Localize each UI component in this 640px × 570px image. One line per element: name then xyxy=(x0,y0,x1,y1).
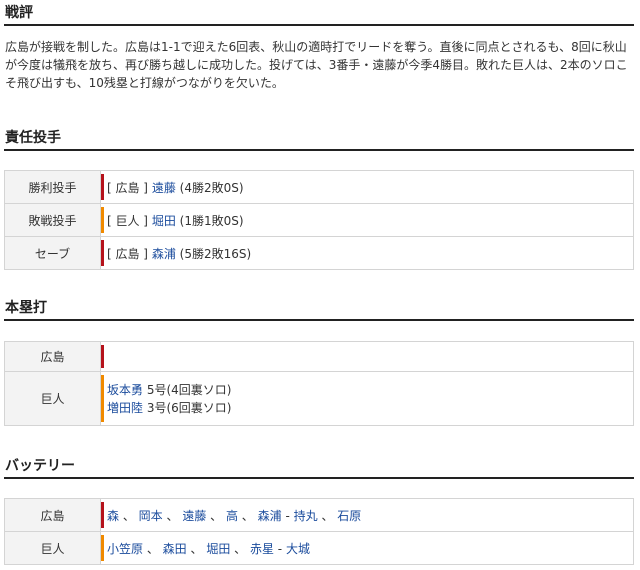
battery-pitcher-link[interactable]: 森田 xyxy=(163,542,187,556)
pitcher-row-loss: 敗戦投手 [ 巨人 ] 堀田 (1勝1敗0S) xyxy=(4,203,634,237)
separator: - xyxy=(273,541,286,556)
battery-catcher-link[interactable]: 大城 xyxy=(286,542,310,556)
homerun-detail: 5号(4回裏ソロ) xyxy=(146,382,232,397)
battery-pitcher-link[interactable]: 森 xyxy=(107,509,119,523)
battery-team-label: 巨人 xyxy=(4,531,101,565)
save-pitcher-record: (5勝2敗16S) xyxy=(179,246,252,261)
team-color-bar xyxy=(101,207,104,233)
loss-pitcher-label: 敗戦投手 xyxy=(4,203,101,237)
homerun-row-hiroshima: 広島 xyxy=(4,341,634,372)
battery-players: 小笠原 、 森田 、 堀田 、 赤星 - 大城 xyxy=(107,542,310,556)
separator: - xyxy=(281,508,294,523)
loss-pitcher-link[interactable]: 堀田 xyxy=(152,214,176,228)
pitchers-heading: 責任投手 xyxy=(4,127,634,151)
separator: 、 xyxy=(143,541,163,556)
separator: 、 xyxy=(317,508,338,523)
team-color-bar xyxy=(101,345,104,368)
separator: 、 xyxy=(119,508,139,523)
battery-row-hiroshima: 広島 森 、 岡本 、 遠藤 、 高 、 森浦 - 持丸 、 石原 xyxy=(4,498,634,532)
separator: 、 xyxy=(186,541,207,556)
win-pitcher-label: 勝利投手 xyxy=(4,170,101,204)
battery-pitcher-link[interactable]: 遠藤 xyxy=(182,509,206,523)
homerun-team-label: 広島 xyxy=(4,341,101,372)
battery-catcher-link[interactable]: 持丸 xyxy=(294,509,318,523)
battery-catcher-link[interactable]: 石原 xyxy=(337,509,361,523)
pitchers-table: 勝利投手 [ 広島 ] 遠藤 (4勝2敗0S) 敗戦投手 [ 巨人 ] 堀田 (… xyxy=(4,170,634,270)
senpyo-heading: 戦評 xyxy=(4,2,634,26)
battery-players: 森 、 岡本 、 遠藤 、 高 、 森浦 - 持丸 、 石原 xyxy=(107,509,361,523)
homerun-detail: 3号(6回裏ソロ) xyxy=(146,400,232,415)
homerun-batter-link[interactable]: 坂本勇 xyxy=(107,383,143,397)
pitcher-row-win: 勝利投手 [ 広島 ] 遠藤 (4勝2敗0S) xyxy=(4,170,634,204)
homerun-entry: 増田陸 3号(6回裏ソロ) xyxy=(107,399,633,417)
team-color-bar xyxy=(101,375,104,422)
pitcher-row-save: セーブ [ 広島 ] 森浦 (5勝2敗16S) xyxy=(4,236,634,270)
separator: 、 xyxy=(206,508,226,523)
homeruns-heading: 本塁打 xyxy=(4,297,634,321)
battery-pitcher-link[interactable]: 赤星 xyxy=(250,542,274,556)
save-pitcher-label: セーブ xyxy=(4,236,101,270)
separator: 、 xyxy=(162,508,183,523)
team-color-bar xyxy=(101,174,104,200)
team-name: [ 広島 ] xyxy=(107,180,148,195)
separator: 、 xyxy=(230,541,250,556)
team-name: [ 巨人 ] xyxy=(107,213,148,228)
battery-pitcher-link[interactable]: 岡本 xyxy=(139,509,163,523)
battery-heading: バッテリー xyxy=(4,455,634,479)
team-color-bar xyxy=(101,240,104,266)
game-summary: 広島が接戦を制した。広島は1-1で迎えた6回表、秋山の適時打でリードを奪う。直後… xyxy=(5,40,628,90)
loss-pitcher-record: (1勝1敗0S) xyxy=(179,213,244,228)
battery-pitcher-link[interactable]: 堀田 xyxy=(206,542,230,556)
team-name: [ 広島 ] xyxy=(107,246,148,261)
homerun-batter-link[interactable]: 増田陸 xyxy=(107,401,143,415)
homeruns-table: 広島 巨人 坂本勇 5号(4回裏ソロ) 増田陸 3号(6回裏ソロ) xyxy=(4,341,634,426)
homerun-team-label: 巨人 xyxy=(4,371,101,426)
separator: 、 xyxy=(237,508,258,523)
homerun-row-giants: 巨人 坂本勇 5号(4回裏ソロ) 増田陸 3号(6回裏ソロ) xyxy=(4,371,634,426)
battery-pitcher-link[interactable]: 小笠原 xyxy=(107,542,143,556)
team-color-bar xyxy=(101,502,104,528)
battery-team-label: 広島 xyxy=(4,498,101,532)
game-report: 戦評 広島が接戦を制した。広島は1-1で迎えた6回表、秋山の適時打でリードを奪う… xyxy=(0,0,640,570)
save-pitcher-link[interactable]: 森浦 xyxy=(152,247,176,261)
team-color-bar xyxy=(101,535,104,561)
battery-pitcher-link[interactable]: 高 xyxy=(226,509,238,523)
homerun-entry: 坂本勇 5号(4回裏ソロ) xyxy=(107,381,633,399)
win-pitcher-record: (4勝2敗0S) xyxy=(179,180,244,195)
battery-pitcher-link[interactable]: 森浦 xyxy=(258,509,282,523)
battery-table: 広島 森 、 岡本 、 遠藤 、 高 、 森浦 - 持丸 、 石原 巨人 小笠原… xyxy=(4,498,634,565)
win-pitcher-link[interactable]: 遠藤 xyxy=(152,181,176,195)
battery-row-giants: 巨人 小笠原 、 森田 、 堀田 、 赤星 - 大城 xyxy=(4,531,634,565)
